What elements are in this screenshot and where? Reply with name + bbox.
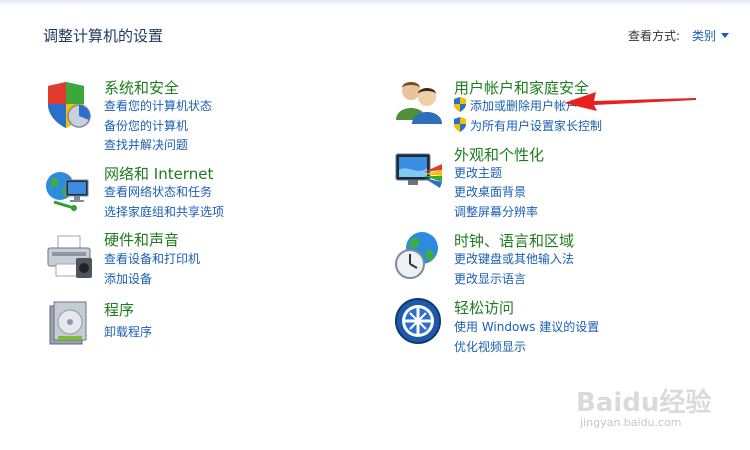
link-desktop-background[interactable]: 更改桌面背景: [454, 183, 526, 200]
uac-shield-icon: [454, 97, 466, 112]
top-band: [0, 0, 750, 6]
link-screen-resolution[interactable]: 调整屏幕分辨率: [454, 203, 538, 220]
category-title[interactable]: 轻松访问: [454, 297, 514, 318]
category-title[interactable]: 程序: [104, 299, 134, 320]
annotation-arrow: [564, 92, 696, 111]
chevron-down-icon[interactable]: [721, 33, 729, 38]
shield-chart-icon[interactable]: [44, 80, 94, 130]
ease-of-access-icon[interactable]: [394, 296, 444, 346]
link-backup-computer[interactable]: 备份您的计算机: [104, 117, 188, 134]
watermark-url: jingyan.baidu.com: [580, 416, 682, 429]
category-title[interactable]: 硬件和声音: [104, 229, 179, 250]
category-title[interactable]: 时钟、语言和区域: [454, 230, 574, 251]
link-change-theme[interactable]: 更改主题: [454, 164, 502, 181]
link-homegroup-sharing[interactable]: 选择家庭组和共享选项: [104, 203, 224, 220]
network-globe-icon[interactable]: [44, 166, 94, 216]
link-optimize-video-display[interactable]: 优化视频显示: [454, 338, 526, 355]
watermark: Baidu经验 jingyan.baidu.com: [572, 380, 742, 430]
uac-shield-icon: [454, 117, 466, 132]
view-by-dropdown[interactable]: 类别: [692, 27, 716, 44]
link-devices-printers[interactable]: 查看设备和打印机: [104, 250, 200, 267]
category-title[interactable]: 外观和个性化: [454, 144, 544, 165]
page-title: 调整计算机的设置: [43, 27, 164, 45]
link-add-device[interactable]: 添加设备: [104, 270, 152, 287]
watermark-text: Baidu经验: [576, 388, 712, 418]
link-uninstall-program[interactable]: 卸载程序: [104, 323, 152, 340]
link-parental-controls[interactable]: 为所有用户设置家长控制: [470, 117, 602, 134]
clock-globe-icon[interactable]: [394, 230, 444, 280]
category-title[interactable]: 系统和安全: [104, 77, 179, 98]
users-icon[interactable]: [394, 76, 444, 126]
link-view-network-status[interactable]: 查看网络状态和任务: [104, 183, 212, 200]
printer-icon[interactable]: [44, 232, 94, 282]
link-view-computer-status[interactable]: 查看您的计算机状态: [104, 97, 212, 114]
link-find-fix-problems[interactable]: 查找并解决问题: [104, 136, 188, 153]
monitor-paint-icon[interactable]: [394, 146, 444, 196]
programs-icon[interactable]: [44, 298, 94, 348]
link-keyboard-input[interactable]: 更改键盘或其他输入法: [454, 250, 574, 267]
category-title[interactable]: 网络和 Internet: [104, 163, 213, 184]
link-windows-recommended-settings[interactable]: 使用 Windows 建议的设置: [454, 318, 599, 335]
view-by-label: 查看方式:: [628, 29, 681, 43]
link-display-language[interactable]: 更改显示语言: [454, 270, 526, 287]
